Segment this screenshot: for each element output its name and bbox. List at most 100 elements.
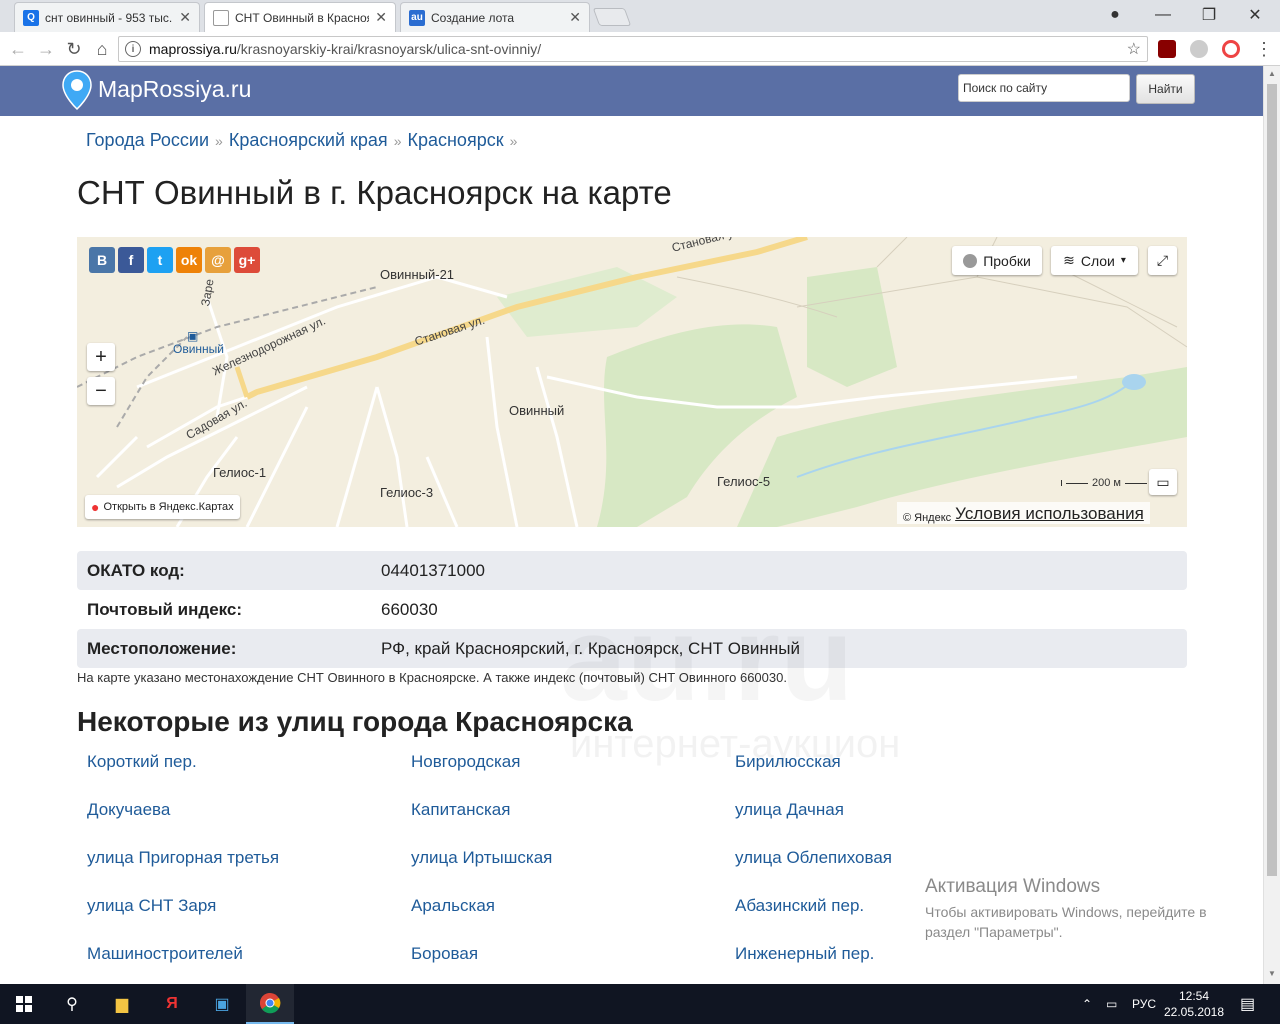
tab-title: Создание лота (431, 10, 515, 25)
map-scale: 200 м (1061, 477, 1152, 489)
street-link[interactable]: улица Иртышская (411, 848, 552, 868)
back-icon[interactable]: ← (6, 37, 30, 61)
layers-icon: ≋ (1063, 252, 1075, 268)
street-link[interactable]: улица СНТ Заря (87, 896, 216, 916)
streets-section-title: Некоторые из улиц города Красноярска (77, 706, 633, 737)
breadcrumb-russia[interactable]: Города России (86, 130, 209, 151)
new-tab-button[interactable] (592, 8, 632, 26)
tab-close-icon[interactable]: ✕ (375, 9, 387, 26)
info-icon[interactable]: i (125, 41, 141, 57)
minimize-icon[interactable]: — (1140, 0, 1186, 30)
street-link[interactable]: Машиностроителей (87, 944, 243, 964)
street-link[interactable]: улица Дачная (735, 800, 844, 820)
site-logo[interactable]: MapRossiya.ru (98, 76, 251, 103)
street-link[interactable]: Новгородская (411, 752, 520, 772)
open-yandex-maps-button[interactable]: ● Открыть в Яндекс.Картах (85, 495, 240, 519)
close-window-icon[interactable]: ✕ (1232, 0, 1278, 30)
traffic-button[interactable]: Пробки (952, 246, 1042, 275)
remote-desktop-icon[interactable]: ▣ (198, 984, 246, 1024)
map-label-ovinny: Овинный (509, 403, 565, 418)
profile-icon[interactable]: ● (1092, 0, 1138, 30)
menu-dots-icon[interactable]: ⋮ (1252, 37, 1276, 61)
traffic-label: Пробки (983, 252, 1031, 269)
ublock-icon[interactable] (1158, 40, 1176, 58)
bookmark-star-icon[interactable]: ☆ (1127, 39, 1141, 59)
reload-icon[interactable]: ↻ (62, 37, 86, 61)
street-link[interactable]: улица Облепиховая (735, 848, 892, 868)
street-link[interactable]: улица Пригорная третья (87, 848, 279, 868)
ruler-icon[interactable]: ▭ (1149, 469, 1177, 495)
tab-lot[interactable]: au Создание лота ✕ (400, 2, 590, 32)
tab-current[interactable]: СНТ Овинный в Красноя ✕ (204, 2, 396, 32)
info-key: Почтовый индекс: (87, 599, 243, 619)
map-canvas[interactable] (77, 237, 1187, 527)
zoom-out-button[interactable]: − (87, 377, 115, 405)
network-icon[interactable]: ▭ (1106, 984, 1117, 1024)
breadcrumb-region[interactable]: Красноярский края (229, 130, 388, 151)
info-row-okato: ОКАТО код: 04401371000 (77, 551, 1187, 590)
traffic-light-icon (963, 253, 978, 268)
mail-icon[interactable]: @ (205, 247, 231, 273)
map-label-gelios5: Гелиос-5 (717, 474, 771, 489)
forest-area (807, 267, 897, 387)
site-search-input[interactable] (958, 74, 1130, 102)
road-connector (234, 366, 250, 398)
tray-chevron-icon[interactable]: ⌃ (1082, 984, 1092, 1024)
street-link[interactable]: Инженерный пер. (735, 944, 874, 964)
street-link[interactable]: Аральская (411, 896, 495, 916)
map-pin-logo-icon[interactable] (62, 70, 92, 110)
fullscreen-icon[interactable]: ⤢ (1148, 246, 1177, 275)
forest-area (497, 267, 677, 337)
notifications-icon[interactable]: ▤ (1240, 984, 1255, 1024)
map-copyright: © Яндекс Условия использования (897, 502, 1150, 524)
file-explorer-icon[interactable]: ▆ (98, 984, 146, 1024)
page-title: СНТ Овинный в г. Красноярск на карте (77, 174, 672, 211)
search-favicon-icon: Q (23, 9, 39, 26)
home-icon[interactable]: ⌂ (90, 37, 114, 61)
search-icon[interactable]: ⚲ (48, 984, 96, 1024)
share-bar: В f t ok @ g+ (89, 247, 260, 273)
street-link[interactable]: Докучаева (87, 800, 170, 820)
street-link[interactable]: Боровая (411, 944, 478, 964)
copyright-label: © Яндекс (903, 512, 952, 524)
street-link[interactable]: Бирилюсская (735, 752, 841, 772)
forward-icon[interactable]: → (34, 37, 58, 61)
layers-button[interactable]: ≋ Слои ▾ (1051, 246, 1138, 275)
extension-icon[interactable] (1190, 40, 1208, 58)
tab-close-icon[interactable]: ✕ (569, 9, 581, 26)
zoom-in-button[interactable]: + (87, 343, 115, 371)
page-scrollbar[interactable]: ▲ ▼ (1263, 66, 1280, 984)
odnoklassniki-icon[interactable]: ok (176, 247, 202, 273)
windows-start-icon[interactable] (0, 984, 48, 1024)
breadcrumb-city[interactable]: Красноярск (407, 130, 503, 151)
tab-title: снт овинный - 953 тыс. р (45, 10, 174, 25)
tab-close-icon[interactable]: ✕ (179, 9, 191, 26)
language-indicator[interactable]: РУС (1132, 984, 1156, 1024)
terms-link[interactable]: Условия использования (955, 504, 1144, 524)
maximize-icon[interactable]: ❐ (1186, 0, 1232, 30)
browser-toolbar: ← → ↻ ⌂ i maprossiya.ru /krasnoyarskiy-k… (0, 32, 1280, 66)
googleplus-icon[interactable]: g+ (234, 247, 260, 273)
search-button[interactable]: Найти (1136, 74, 1195, 104)
yandex-map[interactable]: В f t ok @ g+ Пробки ≋ Слои ▾ ⤢ + − Овин… (77, 237, 1187, 527)
scroll-up-icon[interactable]: ▲ (1264, 66, 1280, 82)
url-domain: maprossiya.ru (149, 41, 237, 57)
street-link[interactable]: Абазинский пер. (735, 896, 864, 916)
tab-search[interactable]: Q снт овинный - 953 тыс. р ✕ (14, 2, 200, 32)
scroll-down-icon[interactable]: ▼ (1264, 966, 1280, 982)
street-link[interactable]: Капитанская (411, 800, 510, 820)
yandex-browser-icon[interactable]: Я (148, 984, 196, 1024)
info-value: 660030 (381, 599, 438, 619)
scale-label: 200 м (1092, 477, 1121, 489)
twitter-icon[interactable]: t (147, 247, 173, 273)
scroll-thumb[interactable] (1267, 84, 1277, 876)
street-link[interactable]: Короткий пер. (87, 752, 197, 772)
map-label-gelios3: Гелиос-3 (380, 485, 434, 500)
vk-icon[interactable]: В (89, 247, 115, 273)
chrome-icon[interactable] (246, 984, 294, 1024)
address-bar[interactable]: i maprossiya.ru /krasnoyarskiy-krai/kras… (118, 36, 1148, 62)
target-extension-icon[interactable] (1222, 40, 1240, 58)
taskbar-clock[interactable]: 12:54 22.05.2018 (1162, 988, 1226, 1020)
facebook-icon[interactable]: f (118, 247, 144, 273)
open-yandex-label: Открыть в Яндекс.Картах (103, 501, 234, 513)
